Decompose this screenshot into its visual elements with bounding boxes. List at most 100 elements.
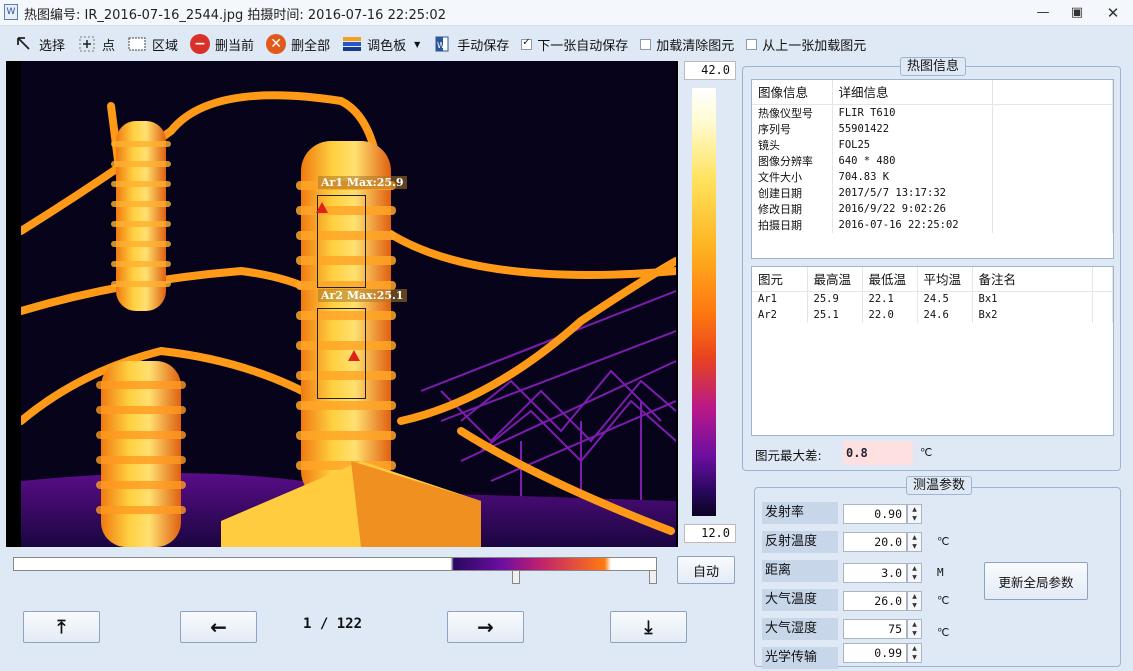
auto-save-next-label: 下一张自动保存	[537, 38, 629, 54]
scale-max-input[interactable]: 42.0	[684, 61, 736, 80]
reflected-temp-spinner[interactable]: ▲ ▼	[907, 532, 922, 552]
table-row: 镜头 FOL25	[752, 136, 1113, 153]
next-page-button[interactable]: →	[447, 611, 524, 643]
emissivity-input[interactable]: 0.90	[843, 504, 907, 524]
load-from-prev-checkbox[interactable]: 从上一张加载图元	[740, 30, 872, 58]
distance-label: 距离	[762, 560, 838, 582]
prev-page-button[interactable]: ←	[180, 611, 257, 643]
humidity-spinner[interactable]: ▲ ▼	[907, 619, 922, 639]
chevron-down-icon[interactable]: ▼	[908, 573, 921, 582]
atmospheric-temp-input[interactable]: 26.0	[843, 591, 907, 611]
measurement-params-title: 测温参数	[906, 476, 973, 495]
slider-left-handle[interactable]	[512, 570, 520, 584]
chevron-up-icon[interactable]: ▲	[908, 644, 921, 653]
chevron-down-icon[interactable]: ▼	[908, 542, 921, 551]
checkbox-unchecked-icon[interactable]	[640, 38, 652, 50]
humidity-unit: ℃	[937, 626, 950, 639]
point-tool-button[interactable]: 点	[71, 30, 121, 58]
atmospheric-temp-label: 大气温度	[762, 589, 838, 611]
max-diff-label: 图元最大差:	[755, 448, 822, 463]
chevron-down-icon[interactable]: ▼	[908, 601, 921, 610]
load-clear-checkbox[interactable]: 加载清除图元	[634, 30, 740, 58]
table-row: 热像仪型号 FLIR T610	[752, 104, 1113, 121]
delete-all-button[interactable]: ✕ 删全部	[260, 30, 336, 58]
app-icon: W	[4, 4, 18, 20]
element-header-name: 图元	[752, 267, 808, 292]
table-row: 文件大小 704.83 K	[752, 168, 1113, 185]
arrow-to-top-icon: ⤒	[57, 616, 66, 638]
humidity-input[interactable]: 75	[843, 619, 907, 639]
minus-circle-icon: −	[190, 34, 211, 54]
optical-transmission-input[interactable]: 0.99	[843, 643, 907, 663]
slider-right-handle[interactable]	[649, 570, 657, 584]
max-temp-marker-icon	[316, 202, 328, 213]
emissivity-spinner[interactable]: ▲ ▼	[907, 504, 922, 524]
element-header-avg: 平均温	[917, 267, 973, 292]
reflected-temp-input[interactable]: 20.0	[843, 532, 907, 552]
maximize-button[interactable]: ▣	[1062, 2, 1092, 24]
palette-label: 调色板	[367, 38, 407, 54]
thermal-image-viewer[interactable]: Ar1 Max:25.9 Ar2 Max:25.1	[6, 61, 678, 547]
point-tool-label: 点	[102, 38, 116, 54]
delete-current-label: 删当前	[215, 38, 255, 54]
scale-min-input[interactable]: 12.0	[684, 524, 736, 543]
chevron-up-icon[interactable]: ▲	[908, 620, 921, 629]
level-slider[interactable]	[13, 557, 657, 571]
manual-save-button[interactable]: W 手动保存	[426, 30, 515, 58]
delete-all-label: 删全部	[291, 38, 331, 54]
palette-dropdown[interactable]: 调色板 ▼	[336, 30, 426, 58]
atmospheric-temp-unit: ℃	[937, 594, 950, 607]
chevron-down-icon[interactable]: ▼	[908, 653, 921, 662]
svg-text:W: W	[437, 41, 445, 50]
table-row[interactable]: Ar2 25.1 22.0 24.6 Bx2	[752, 307, 1113, 323]
auto-save-next-checkbox[interactable]: 下一张自动保存	[515, 30, 634, 58]
chevron-up-icon[interactable]: ▲	[908, 505, 921, 514]
load-clear-label: 加载清除图元	[656, 38, 735, 54]
table-row: 创建日期 2017/5/7 13:17:32	[752, 184, 1113, 201]
select-tool-button[interactable]: 选择	[8, 30, 71, 58]
reflected-temp-label: 反射温度	[762, 531, 838, 553]
area-tool-label: 区域	[152, 38, 179, 54]
element-table: 图元 最高温 最低温 平均温 备注名 Ar1 25.9 22.1 24.5 Bx…	[751, 266, 1114, 436]
first-page-button[interactable]: ⤒	[23, 611, 100, 643]
checkbox-unchecked-icon[interactable]	[746, 38, 758, 50]
title-bar: W 热图编号: IR_2016-07-16_2544.jpg 拍摄时间: 201…	[0, 0, 1133, 26]
checkbox-checked-icon[interactable]	[521, 37, 533, 50]
chevron-down-icon[interactable]: ▼	[908, 514, 921, 523]
toolbar: 选择 点 区域 − 删当前 ✕ 删全部 调色板 ▼ W 手动保存 下一张自动保存	[0, 27, 1133, 61]
chevron-up-icon[interactable]: ▲	[908, 533, 921, 542]
emissivity-label: 发射率	[762, 502, 838, 524]
table-row: 图像分辨率 640 * 480	[752, 152, 1113, 169]
thermal-image[interactable]: Ar1 Max:25.9 Ar2 Max:25.1	[17, 61, 678, 547]
element-header-note: 备注名	[972, 267, 1093, 292]
chevron-up-icon[interactable]: ▲	[908, 592, 921, 601]
level-slider-track[interactable]	[13, 570, 657, 584]
last-page-button[interactable]: ⤓	[610, 611, 687, 643]
chevron-down-icon[interactable]: ▼	[908, 629, 921, 638]
max-diff-value: 0.8	[843, 441, 913, 465]
table-row: 修改日期 2016/9/22 9:02:26	[752, 200, 1113, 217]
crosshair-icon	[77, 34, 97, 54]
max-diff-unit: ℃	[920, 446, 933, 459]
chevron-up-icon[interactable]: ▲	[908, 564, 921, 573]
atmospheric-temp-spinner[interactable]: ▲ ▼	[907, 591, 922, 611]
arrow-cursor-icon	[14, 34, 34, 54]
reflected-temp-unit: ℃	[937, 535, 950, 548]
table-row[interactable]: Ar1 25.9 22.1 24.5 Bx1	[752, 291, 1113, 307]
update-global-params-button[interactable]: 更新全局参数	[984, 562, 1088, 600]
close-button[interactable]: ✕	[1098, 2, 1128, 24]
rectangle-icon	[127, 34, 147, 54]
distance-input[interactable]: 3.0	[843, 563, 907, 583]
distance-spinner[interactable]: ▲ ▼	[907, 563, 922, 583]
roi-label-ar1: Ar1 Max:25.9	[318, 176, 407, 189]
minimize-button[interactable]: —	[1028, 2, 1058, 24]
arrow-left-icon: ←	[210, 615, 227, 639]
palette-icon	[342, 34, 362, 54]
element-header-max: 最高温	[807, 267, 863, 292]
delete-current-button[interactable]: − 删当前	[184, 30, 260, 58]
info-header-value: 详细信息	[832, 80, 993, 105]
color-palette-bar	[692, 88, 716, 516]
area-tool-button[interactable]: 区域	[121, 30, 184, 58]
auto-button[interactable]: 自动	[677, 556, 735, 584]
optical-transmission-spinner[interactable]: ▲ ▼	[907, 643, 922, 663]
